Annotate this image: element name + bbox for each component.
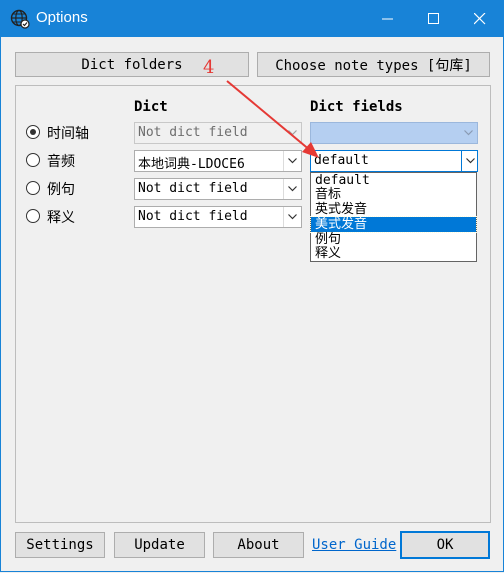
label-audio: 音频 <box>47 154 75 170</box>
label-definition: 释义 <box>47 210 75 226</box>
radio-definition[interactable] <box>26 209 40 223</box>
chevron-down-icon <box>288 186 297 192</box>
maximize-icon <box>428 13 439 24</box>
maximize-button[interactable] <box>411 1 457 37</box>
minimize-icon <box>382 18 393 20</box>
title-bar[interactable]: Options <box>1 1 503 37</box>
radio-timeline[interactable] <box>26 125 40 139</box>
radio-example[interactable] <box>26 181 40 195</box>
chevron-down-icon <box>464 130 473 136</box>
dict-select-definition[interactable]: Not dict field <box>134 206 302 228</box>
radio-audio[interactable] <box>26 153 40 167</box>
label-timeline: 时间轴 <box>47 126 89 142</box>
dict-select-example[interactable]: Not dict field <box>134 178 302 200</box>
dict-header: Dict <box>134 99 168 115</box>
user-guide-link[interactable]: User Guide <box>312 537 396 553</box>
dict-select-timeline: Not dict field <box>134 122 302 144</box>
close-icon <box>474 13 486 25</box>
ok-button[interactable]: OK <box>400 531 490 559</box>
dropdown-option[interactable]: default <box>311 173 476 188</box>
field-select-timeline <box>310 122 478 144</box>
settings-button[interactable]: Settings <box>15 532 105 558</box>
chevron-down-icon <box>288 158 297 164</box>
chevron-down-icon <box>288 130 297 136</box>
dropdown-option[interactable]: 英式发音 <box>311 202 476 217</box>
choose-note-types-button[interactable]: Choose note types [句库] <box>257 52 490 77</box>
dropdown-option-selected[interactable]: 美式发音 <box>310 216 477 233</box>
dict-fields-header: Dict fields <box>310 99 403 115</box>
window-title: Options <box>36 9 88 26</box>
dropdown-option[interactable]: 例句 <box>311 232 476 247</box>
dropdown-option[interactable]: 音标 <box>311 187 476 202</box>
radio-checked-dot <box>30 129 36 135</box>
label-example: 例句 <box>47 182 75 198</box>
update-button[interactable]: Update <box>114 532 205 558</box>
options-window: Options Dict folders Choose note types [… <box>0 0 504 572</box>
minimize-button[interactable] <box>365 1 411 37</box>
dropdown-option[interactable]: 释义 <box>311 246 476 261</box>
chevron-down-icon <box>466 158 475 164</box>
field-dropdown-list: default 音标 英式发音 美式发音 例句 释义 <box>310 172 477 262</box>
annotation-number: 4 <box>203 57 215 78</box>
about-button[interactable]: About <box>213 532 304 558</box>
field-select-audio[interactable]: default <box>310 150 478 172</box>
dict-select-audio[interactable]: 本地词典-LDOCE6 <box>134 150 302 172</box>
close-button[interactable] <box>457 1 503 37</box>
chevron-down-icon <box>288 214 297 220</box>
globe-icon <box>10 9 30 29</box>
